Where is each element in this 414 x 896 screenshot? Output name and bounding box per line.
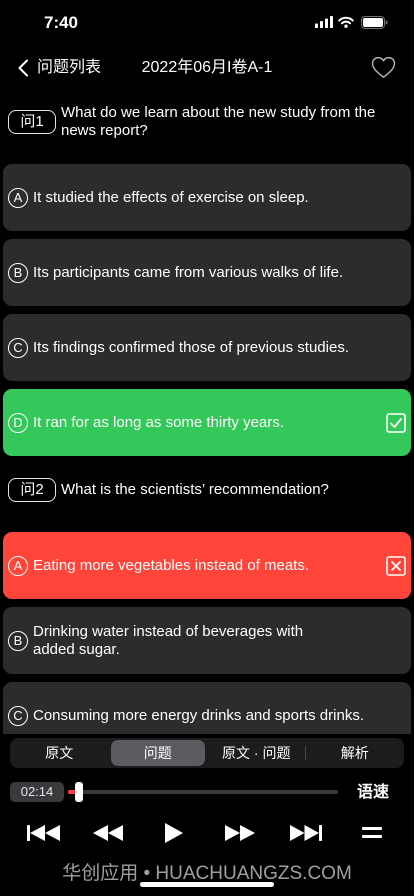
question-text: What is the scientists’ recommendation? [61,481,329,498]
option-text: Drinking water instead of beverages with… [33,622,304,658]
back-button-label: 问题列表 [37,59,102,76]
tab-original-text[interactable]: 原文 [12,740,107,766]
chevron-left-icon[interactable] [17,59,29,77]
fast-forward-icon[interactable] [225,825,255,841]
question-2: 问2 What is the scientists’ recommendatio… [3,472,411,734]
skip-to-end-icon[interactable] [290,825,322,841]
question-1: 问1 What do we learn about the new study … [3,104,411,456]
option-text: Its findings confirmed those of previous… [33,338,349,356]
battery-icon [361,16,388,29]
current-time-badge: 02:14 [10,782,64,802]
question-list: 问1 What do we learn about the new study … [3,104,411,734]
rewind-button[interactable] [93,825,123,841]
question-header: 问1 What do we learn about the new study … [3,104,411,140]
wifi-icon [338,16,354,28]
tab-text-and-questions[interactable]: 原文 · 问题 [209,740,304,766]
option-letter: B [8,630,28,651]
watermark: 华创应用 • HUACHUANGZS.COM [62,863,352,884]
play-button[interactable] [165,823,183,843]
check-box-icon [386,412,406,433]
segmented-control: 原文 问题 原文 · 问题 解析 [10,738,404,768]
question-text: What do we learn about the new study fro… [61,104,376,139]
page-title: 2022年06月I卷A-1 [141,59,273,76]
battery-level-fill [363,18,383,27]
fast-forward-button[interactable] [225,825,255,841]
status-bar: 7:40 [0,0,414,44]
option-text: Its participants came from various walks… [33,263,344,281]
option-letter: A [8,187,28,208]
question-number-badge: 问1 [8,110,56,134]
option-letter: D [8,412,28,433]
option-text: Consuming more energy drinks and sports … [33,706,364,724]
menu-icon[interactable] [362,826,382,839]
speed-button[interactable]: 语速 [357,782,389,804]
option-letter: A [8,555,28,576]
q1-option-b[interactable]: B Its participants came from various wal… [3,239,411,306]
skip-to-start-button[interactable] [27,825,61,841]
rewind-icon[interactable] [93,825,123,841]
skip-to-end-button[interactable] [290,825,322,841]
option-letter: C [8,705,28,726]
cellular-signal-icon [315,16,333,28]
option-text: It studied the effects of exercise on sl… [33,188,309,206]
q1-option-c[interactable]: C Its findings confirmed those of previo… [3,314,411,381]
q1-option-a[interactable]: A It studied the effects of exercise on … [3,164,411,231]
skip-to-start-icon[interactable] [27,825,61,841]
option-text: It ran for as long as some thirty years. [33,413,284,431]
tab-questions[interactable]: 问题 [110,740,205,766]
option-letter: C [8,337,28,358]
x-box-icon [386,555,406,576]
question-header: 问2 What is the scientists’ recommendatio… [3,472,411,508]
option-letter: B [8,262,28,283]
q2-option-c[interactable]: C Consuming more energy drinks and sport… [3,682,411,734]
heart-outline-icon[interactable] [371,56,396,79]
progress-slider[interactable] [68,782,338,802]
tab-analysis[interactable]: 解析 [304,740,403,766]
progress-thumb[interactable] [74,782,83,802]
q1-option-d[interactable]: D It ran for as long as some thirty year… [3,389,411,456]
status-time: 7:40 [43,13,79,32]
menu-button[interactable] [362,826,382,839]
q2-option-a[interactable]: A Eating more vegetables instead of meat… [3,532,411,599]
play-icon[interactable] [165,823,183,843]
back-button[interactable]: 问题列表 [17,56,101,80]
option-text: Eating more vegetables instead of meats. [33,556,309,574]
q2-option-b[interactable]: B Drinking water instead of beverages wi… [3,607,411,674]
question-number-badge: 问2 [8,478,56,502]
